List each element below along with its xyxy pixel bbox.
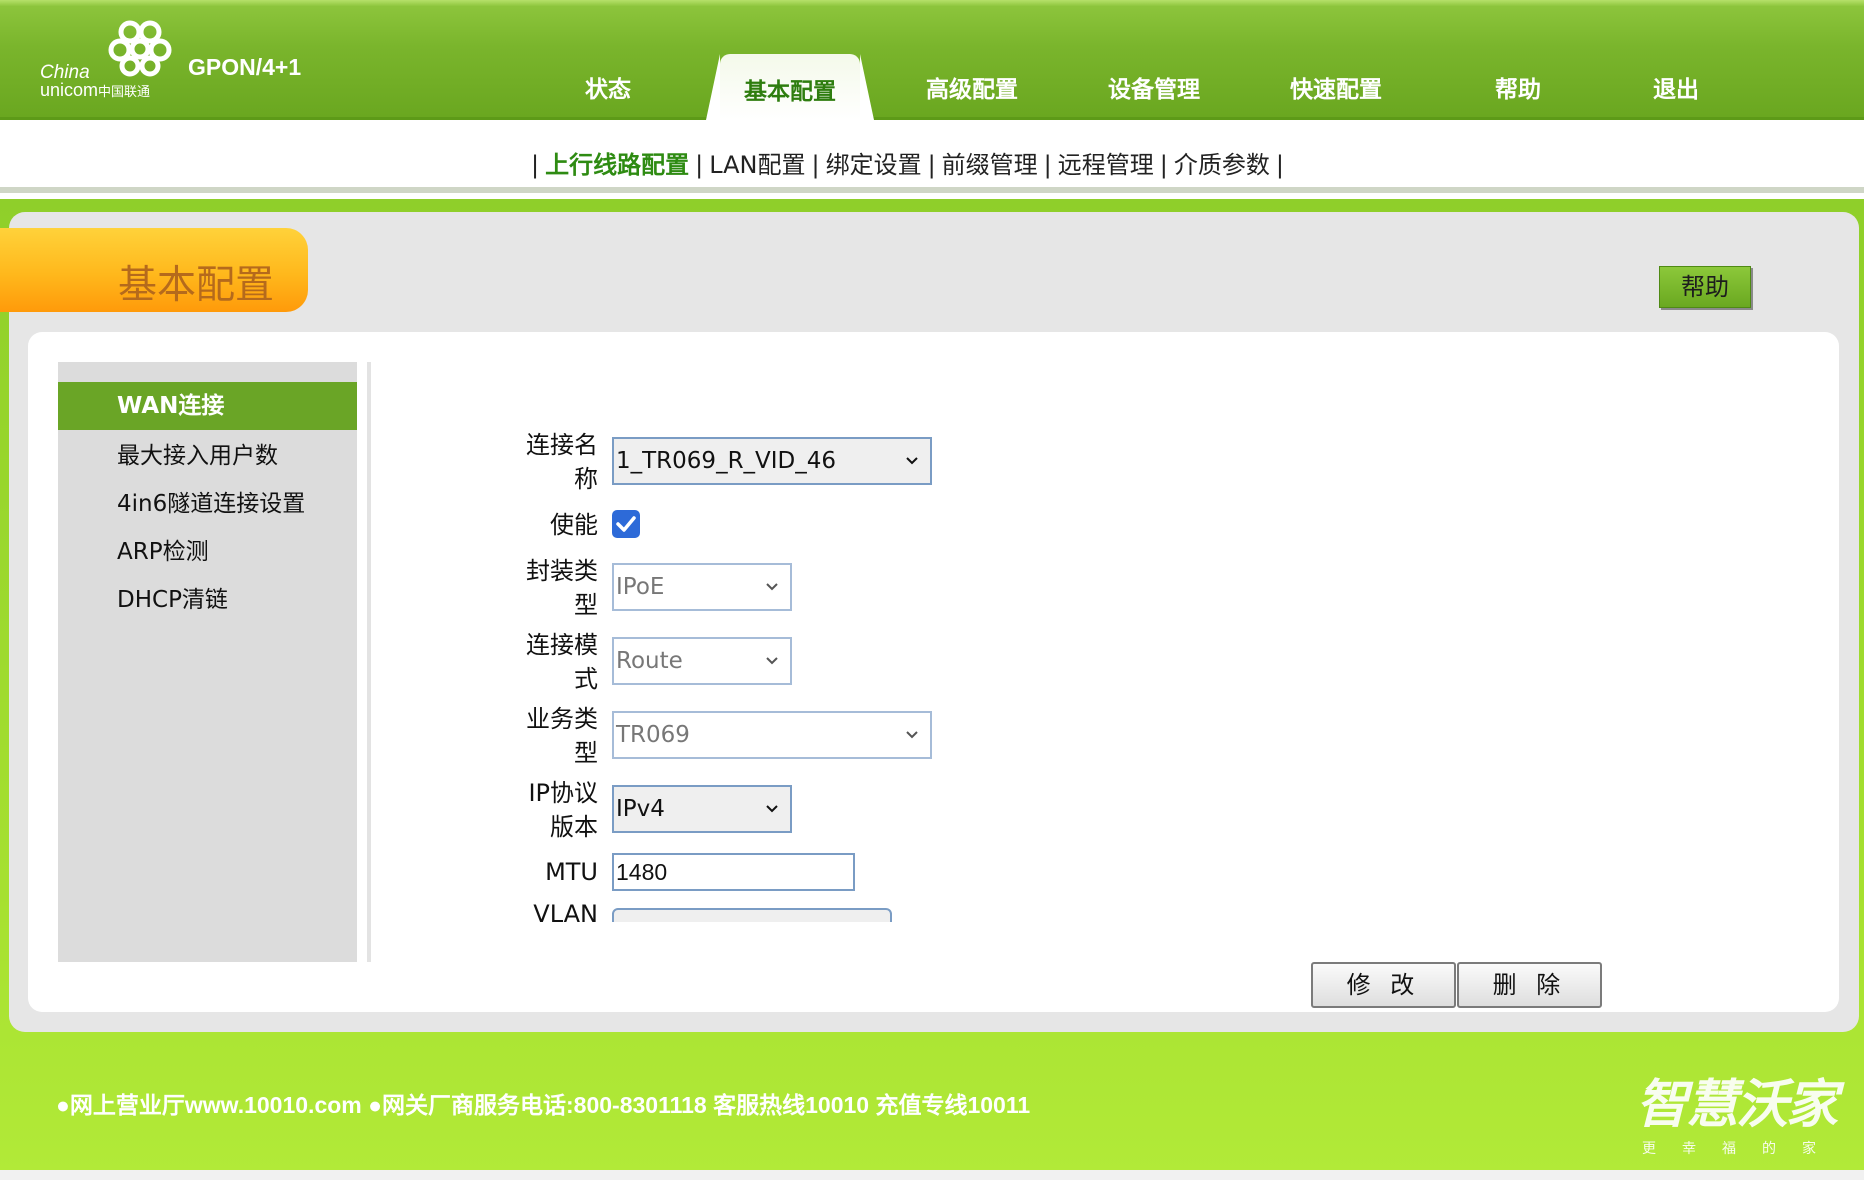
service-type-label-line1: 业务类 — [526, 705, 598, 733]
encap-type-label: 封装类 型 — [500, 554, 598, 622]
footer-contact-info: ●网上营业厅www.10010.com ●网关厂商服务电话:800-830111… — [56, 1092, 1031, 1118]
sub-nav-binding-settings[interactable]: 绑定设置 — [826, 151, 922, 179]
ip-version-label-line1: IP协议 — [528, 779, 598, 807]
sub-nav-lan-config[interactable]: LAN配置 — [709, 151, 805, 179]
connection-name-label: 连接名 称 — [500, 428, 598, 496]
page-title: 基本配置 — [118, 263, 275, 308]
sub-nav-separator: | — [1275, 151, 1284, 179]
chevron-down-icon — [766, 583, 778, 591]
sub-nav: | 上行线路配置 | LAN配置 | 绑定设置 | 前缀管理 | 远程管理 | 介质参数 | — [525, 145, 1290, 180]
connection-mode-label-line1: 连接模 — [526, 631, 598, 659]
sub-nav-separator: | — [695, 151, 704, 179]
connection-mode-value: Route — [616, 648, 683, 674]
nav-tab-advanced-config[interactable]: 高级配置 — [908, 70, 1036, 110]
sub-nav-prefix-management[interactable]: 前缀管理 — [942, 151, 1038, 179]
footer-brand-main: 智慧沃家 — [1636, 1075, 1838, 1135]
ip-version-label: IP协议 版本 — [500, 776, 598, 844]
nav-tab-quick-config[interactable]: 快速配置 — [1272, 70, 1400, 110]
encap-type-value: IPoE — [616, 574, 665, 600]
left-menu-4in6-tunnel[interactable]: 4in6隧道连接设置 — [58, 480, 357, 528]
encap-type-select[interactable]: IPoE — [612, 563, 792, 611]
sub-nav-separator: | — [927, 151, 936, 179]
encap-type-label-line2: 型 — [574, 591, 598, 619]
delete-button[interactable]: 删 除 — [1457, 962, 1602, 1008]
nav-tab-help[interactable]: 帮助 — [1468, 70, 1568, 110]
footer-brand-logo: 智慧沃家 更幸福的家 — [1636, 1062, 1856, 1162]
vlan-select[interactable] — [612, 908, 892, 922]
enable-checkbox[interactable] — [612, 510, 640, 538]
ip-version-label-line2: 版本 — [550, 813, 598, 841]
connection-mode-select[interactable]: Route — [612, 637, 792, 685]
footer-brand-slogan: 更幸福的家 — [1642, 1141, 1842, 1157]
sub-nav-separator: | — [531, 151, 540, 179]
checkmark-icon — [616, 516, 636, 532]
chevron-down-icon — [766, 657, 778, 665]
sub-nav-separator: | — [811, 151, 820, 179]
connection-name-label-line2: 称 — [574, 465, 598, 493]
nav-tab-logout[interactable]: 退出 — [1626, 70, 1726, 110]
left-menu-wan-connection[interactable]: WAN连接 — [58, 382, 357, 430]
help-button[interactable]: 帮助 — [1659, 266, 1751, 308]
service-type-label-line2: 型 — [574, 739, 598, 767]
nav-tab-device-management[interactable]: 设备管理 — [1090, 70, 1218, 110]
connection-mode-label: 连接模 式 — [500, 628, 598, 696]
left-menu-arp-detection[interactable]: ARP检测 — [58, 528, 357, 576]
main-nav: 状态 基本配置 高级配置 设备管理 快速配置 帮助 退出 — [0, 0, 1864, 120]
service-type-value: TR069 — [616, 722, 690, 748]
chevron-down-icon — [766, 805, 778, 813]
bottom-strip — [0, 1170, 1864, 1180]
connection-name-value: 1_TR069_R_VID_46 — [616, 448, 837, 474]
connection-name-select[interactable]: 1_TR069_R_VID_46 — [612, 437, 932, 485]
chevron-down-icon — [906, 731, 918, 739]
mtu-label: MTU — [545, 858, 598, 886]
connection-mode-label-line2: 式 — [574, 665, 598, 693]
nav-tab-basic-config[interactable]: 基本配置 — [706, 54, 874, 120]
chevron-down-icon — [906, 457, 918, 465]
ip-version-value: IPv4 — [616, 796, 665, 822]
enable-label: 使能 — [550, 511, 598, 539]
connection-name-label-line1: 连接名 — [526, 431, 598, 459]
service-type-select[interactable]: TR069 — [612, 711, 932, 759]
nav-tab-status[interactable]: 状态 — [558, 70, 658, 110]
sub-nav-media-params[interactable]: 介质参数 — [1174, 151, 1270, 179]
sub-nav-separator: | — [1043, 151, 1052, 179]
left-menu-divider — [367, 362, 371, 962]
vlan-select-box — [612, 908, 892, 922]
ip-version-select[interactable]: IPv4 — [612, 785, 792, 833]
mtu-input[interactable] — [612, 853, 855, 891]
left-menu-dhcp-clear[interactable]: DHCP清链 — [58, 576, 357, 624]
vlan-label: VLAN — [533, 900, 598, 928]
service-type-label: 业务类 型 — [500, 702, 598, 770]
sub-nav-bar: | 上行线路配置 | LAN配置 | 绑定设置 | 前缀管理 | 远程管理 | 介质参数 | — [0, 123, 1864, 193]
modify-button[interactable]: 修 改 — [1311, 962, 1456, 1008]
sub-nav-remote-management[interactable]: 远程管理 — [1058, 151, 1154, 179]
encap-type-label-line1: 封装类 — [526, 557, 598, 585]
sub-nav-separator: | — [1159, 151, 1168, 179]
sub-nav-uplink-config[interactable]: 上行线路配置 — [545, 151, 689, 179]
left-menu-max-users[interactable]: 最大接入用户数 — [58, 432, 357, 480]
